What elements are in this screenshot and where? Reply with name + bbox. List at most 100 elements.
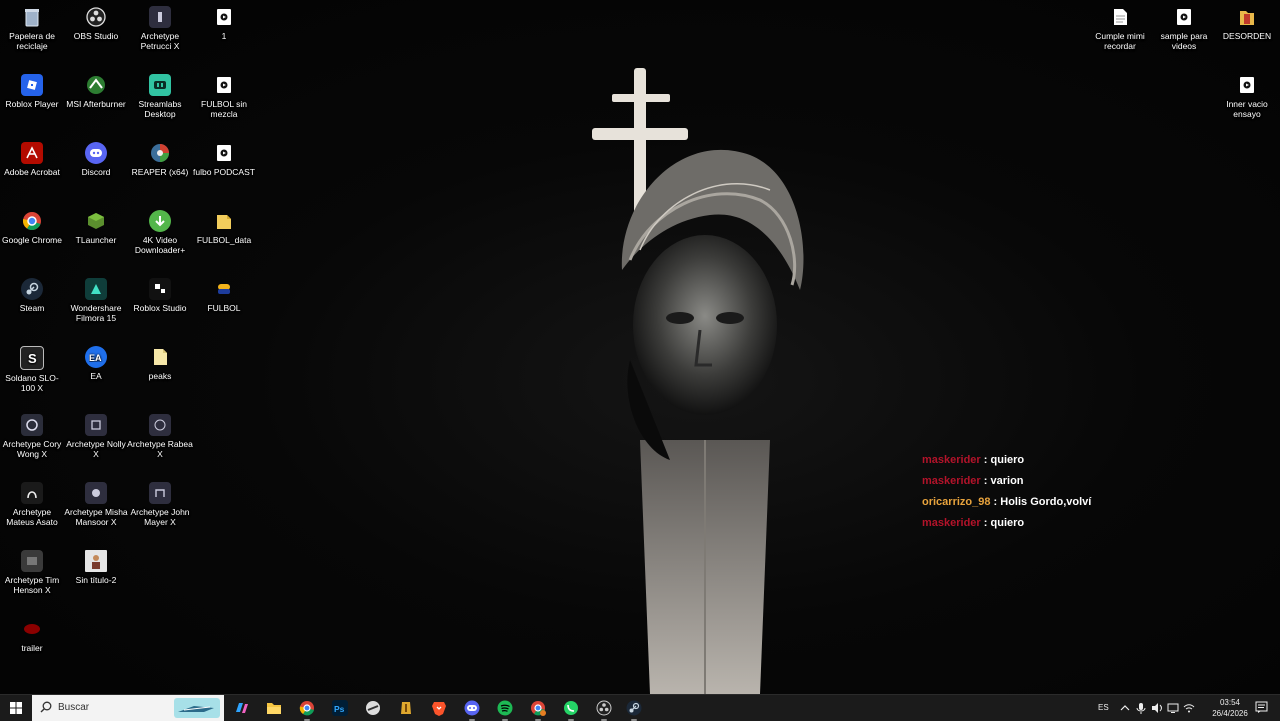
desktop-icon-fulbol[interactable]: FULBOL: [191, 278, 257, 313]
archetype-icon: [149, 6, 171, 28]
desktop-icon-1[interactable]: 1: [191, 6, 257, 41]
desktop-icon-reaper[interactable]: REAPER (x64): [127, 142, 193, 177]
folder-icon: [1236, 6, 1258, 28]
media-file-icon: [213, 6, 235, 28]
taskbar-brave[interactable]: [429, 698, 449, 718]
desktop-icon-archetype-rabea[interactable]: Archetype Rabea X: [127, 414, 193, 459]
desktop-icon-inner-vacio-ensayo[interactable]: Inner vacio ensayo: [1214, 74, 1280, 119]
svg-text:S: S: [28, 351, 37, 365]
stream-chat-overlay: maskerider : quiero maskerider : varion …: [922, 452, 1262, 536]
chat-message: oricarrizo_98 : Holis Gordo,volví: [922, 494, 1262, 515]
chat-message: maskerider : quiero: [922, 452, 1262, 473]
desktop-icon-msi-afterburner[interactable]: MSI Afterburner: [63, 74, 129, 109]
desktop-icon-fulbol-data[interactable]: FULBOL_data: [191, 210, 257, 245]
desktop-icon-discord[interactable]: Discord: [63, 142, 129, 177]
taskbar-discord[interactable]: [462, 698, 482, 721]
desktop-icon-archetype-misha-mansoor[interactable]: Archetype Misha Mansoor X: [63, 482, 129, 527]
desktop-icon-ea[interactable]: EA EA: [63, 346, 129, 381]
desktop-icon-sample-para-videos[interactable]: sample para videos: [1151, 6, 1217, 51]
display-icon[interactable]: [1166, 701, 1180, 715]
archetype-icon: [21, 550, 43, 572]
taskbar-photoshop[interactable]: Ps: [330, 698, 350, 718]
desktop-icon-tlauncher[interactable]: TLauncher: [63, 210, 129, 245]
language-indicator[interactable]: ES: [1098, 703, 1109, 712]
taskbar-chrome[interactable]: [297, 698, 317, 721]
taskbar-spotify[interactable]: [495, 698, 515, 721]
taskbar-steam[interactable]: [624, 698, 644, 721]
desktop[interactable]: Papelera de reciclaje Roblox Player Adob…: [0, 0, 1280, 694]
taskbar-obs[interactable]: [594, 698, 614, 721]
clock-date: 26/4/2026: [1212, 709, 1248, 718]
wifi-icon[interactable]: [1182, 701, 1196, 715]
desktop-icon-roblox-studio[interactable]: Roblox Studio: [127, 278, 193, 313]
desktop-icon-archetype-mateus-asato[interactable]: Archetype Mateus Asato: [0, 482, 65, 527]
video-icon: [21, 618, 43, 640]
taskbar-file-explorer[interactable]: [264, 698, 284, 718]
svg-text:Ps: Ps: [334, 704, 345, 714]
ea-icon: EA: [85, 346, 107, 368]
media-file-icon: [1173, 6, 1195, 28]
copilot-icon: [236, 703, 248, 713]
discord-icon: [464, 700, 480, 716]
file-explorer-icon: [267, 703, 281, 714]
acrobat-icon: [21, 142, 43, 164]
taskbar-search-box[interactable]: Buscar: [32, 695, 224, 721]
desktop-icon-fulbol-sin-mezcla[interactable]: FULBOL sin mezcla: [191, 74, 257, 119]
chrome-icon: [21, 210, 43, 232]
svg-text:EA: EA: [89, 353, 102, 362]
archetype-icon: [85, 414, 107, 436]
taskbar-chrome-profile[interactable]: [528, 698, 548, 721]
microphone-icon[interactable]: [1134, 701, 1148, 715]
desktop-icon-recycle-bin[interactable]: Papelera de reciclaje: [0, 6, 65, 51]
media-file-icon: [1236, 74, 1258, 96]
chat-username: maskerider: [922, 454, 981, 466]
chevron-up-icon[interactable]: [1118, 701, 1132, 715]
desktop-icon-archetype-cory-wong[interactable]: Archetype Cory Wong X: [0, 414, 65, 459]
taskbar-copilot[interactable]: [231, 698, 251, 718]
desktop-icon-adobe-acrobat[interactable]: Adobe Acrobat: [0, 142, 65, 177]
app-icon: [366, 701, 380, 715]
archetype-icon: [149, 414, 171, 436]
desktop-icon-roblox-player[interactable]: Roblox Player: [0, 74, 65, 109]
desktop-icon-fulbo-podcast[interactable]: fulbo PODCAST: [191, 142, 257, 177]
desktop-icon-4k-video-downloader[interactable]: 4K Video Downloader+: [127, 210, 193, 255]
desktop-icon-obs-studio[interactable]: OBS Studio: [63, 6, 129, 41]
taskbar-whatsapp[interactable]: [561, 698, 581, 721]
desktop-icon-peaks[interactable]: peaks: [127, 346, 193, 381]
roblox-icon: [21, 74, 43, 96]
desktop-icon-streamlabs[interactable]: Streamlabs Desktop: [127, 74, 193, 119]
desktop-icon-google-chrome[interactable]: Google Chrome: [0, 210, 65, 245]
taskbar-app-1[interactable]: [363, 698, 383, 718]
photoshop-icon: Ps: [332, 700, 348, 716]
desktop-icon-steam[interactable]: Steam: [0, 278, 65, 313]
archetype-icon: [149, 482, 171, 504]
desktop-icon-archetype-tim-henson[interactable]: Archetype Tim Henson X: [0, 550, 65, 595]
image-icon: [85, 550, 107, 572]
chat-separator: :: [980, 517, 991, 529]
archetype-icon: [85, 482, 107, 504]
desktop-icon-soldano[interactable]: S Soldano SLO-100 X: [0, 346, 65, 393]
speaker-icon[interactable]: [1150, 701, 1164, 715]
start-button[interactable]: [0, 695, 32, 721]
desktop-icon-cumple-mimi[interactable]: Cumple mimi recordar: [1087, 6, 1153, 51]
chat-username: maskerider: [922, 475, 981, 487]
archetype-icon: [21, 414, 43, 436]
desktop-icon-desorden[interactable]: DESORDEN: [1214, 6, 1280, 41]
chat-separator: :: [980, 454, 991, 466]
desktop-icon-trailer[interactable]: trailer: [0, 618, 65, 653]
wallpaper-figure: [592, 68, 804, 694]
discord-icon: [85, 142, 107, 164]
system-tray: ES 03:54 26/4/2026: [1080, 695, 1280, 721]
taskbar-app-2[interactable]: [396, 698, 416, 718]
desktop-icon-archetype-petrucci[interactable]: Archetype Petrucci X: [127, 6, 193, 51]
chrome-icon: [299, 701, 314, 716]
notification-icon[interactable]: [1255, 701, 1268, 714]
desktop-icon-sin-titulo-2[interactable]: Sin título-2: [63, 550, 129, 585]
desktop-icon-filmora[interactable]: Wondershare Filmora 15: [63, 278, 129, 323]
desktop-icon-archetype-john-mayer[interactable]: Archetype John Mayer X: [127, 482, 193, 527]
file-icon: [149, 346, 171, 368]
clock[interactable]: 03:54 26/4/2026: [1204, 697, 1256, 719]
desktop-icon-archetype-nolly[interactable]: Archetype Nolly X: [63, 414, 129, 459]
filmora-icon: [85, 278, 107, 300]
whatsapp-icon: [564, 701, 578, 715]
